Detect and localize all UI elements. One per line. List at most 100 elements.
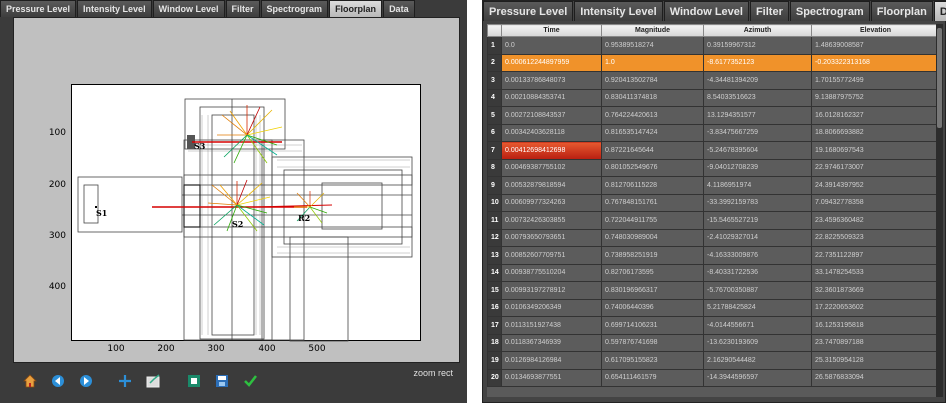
table-cell[interactable]: 0.748030989004	[601, 228, 704, 247]
table-cell[interactable]: 25.3150954128	[811, 351, 939, 370]
row-number-cell[interactable]: 13	[487, 246, 502, 265]
check-icon[interactable]	[242, 373, 258, 389]
table-cell[interactable]: 0.00272108843537	[501, 106, 602, 125]
save-icon[interactable]	[214, 373, 230, 389]
table-cell[interactable]: 23.4596360482	[811, 211, 939, 230]
home-icon[interactable]	[22, 373, 38, 389]
table-cell[interactable]: 0.801052549676	[601, 158, 704, 177]
row-number-cell[interactable]: 10	[487, 193, 502, 212]
row-number-cell[interactable]: 6	[487, 123, 502, 142]
table-cell[interactable]: 22.7351122897	[811, 246, 939, 265]
row-number-cell[interactable]: 1	[487, 36, 502, 55]
row-number-cell[interactable]: 19	[487, 351, 502, 370]
table-cell[interactable]: 26.5876833094	[811, 368, 939, 387]
table-row[interactable]: 14 0.00938775510204 0.82706173595 -8.403317…	[487, 263, 939, 282]
table-cell[interactable]: 0.830411374818	[601, 88, 704, 107]
table-row[interactable]: 20 0.0134693877551 0.654111461579 -14.39445…	[487, 368, 939, 387]
tab-data[interactable]: Data	[933, 1, 946, 21]
table-cell[interactable]: -4.0144556671	[703, 316, 812, 335]
table-row[interactable]: 10 0.00609977324263 0.767848151761 -33.3992…	[487, 193, 939, 212]
table-row[interactable]: 3 0.00133786848073 0.920413502784 -4.344813…	[487, 71, 939, 90]
row-number-cell[interactable]: 3	[487, 71, 502, 90]
table-row[interactable]: 16 0.0106349206349 0.74006440396 5.21788425…	[487, 298, 939, 317]
table-cell[interactable]: 0.617095155823	[601, 351, 704, 370]
table-cell[interactable]: 23.7470897188	[811, 333, 939, 352]
table-cell[interactable]: 1.70155772499	[811, 71, 939, 90]
table-cell[interactable]: 7.09432778358	[811, 193, 939, 212]
row-number-cell[interactable]: 14	[487, 263, 502, 282]
table-cell[interactable]: -0.203322313168	[811, 53, 939, 72]
table-row[interactable]: 7 0.00412698412698 0.87221645644 -5.2467839…	[487, 141, 939, 160]
table-cell[interactable]: -2.41029327014	[703, 228, 812, 247]
table-cell[interactable]: 0.00793650793651	[501, 228, 602, 247]
table-cell[interactable]: 22.9746173007	[811, 158, 939, 177]
table-cell[interactable]: 8.54033516623	[703, 88, 812, 107]
pan-icon[interactable]	[117, 373, 133, 389]
table-cell[interactable]: 33.1478254533	[811, 263, 939, 282]
table-cell[interactable]: 0.920413502784	[601, 71, 704, 90]
table-cell[interactable]: 0.0126984126984	[501, 351, 602, 370]
table-cell[interactable]: -33.3992159783	[703, 193, 812, 212]
tab-filter[interactable]: Filter	[749, 1, 789, 21]
table-cell[interactable]: 32.3601873669	[811, 281, 939, 300]
tab-window-level[interactable]: Window Level	[663, 1, 749, 21]
table-cell[interactable]: 0.00609977324263	[501, 193, 602, 212]
table-row[interactable]: 8 0.00469387755102 0.801052549676 -9.040127…	[487, 158, 939, 177]
table-cell[interactable]: -15.5465527219	[703, 211, 812, 230]
row-number-cell[interactable]: 9	[487, 176, 502, 195]
table-cell[interactable]: 17.2220653602	[811, 298, 939, 317]
row-number-cell[interactable]: 11	[487, 211, 502, 230]
table-cell[interactable]: 0.00133786848073	[501, 71, 602, 90]
zoom-rect-icon[interactable]	[146, 373, 162, 389]
table-row[interactable]: 19 0.0126984126984 0.617095155823 2.1629054…	[487, 351, 939, 370]
tab-spectrogram[interactable]: Spectrogram	[789, 1, 870, 21]
tab-intensity-level[interactable]: Intensity Level	[77, 0, 152, 17]
table-cell[interactable]: 0.738958251919	[601, 246, 704, 265]
row-number-cell[interactable]: 18	[487, 333, 502, 352]
row-number-cell[interactable]: 5	[487, 106, 502, 125]
table-cell[interactable]: 16.0128162327	[811, 106, 939, 125]
table-cell[interactable]: 0.0113151927438	[501, 316, 602, 335]
table-cell[interactable]: 0.597876741698	[601, 333, 704, 352]
table-cell[interactable]: 0.816535147424	[601, 123, 704, 142]
row-number-cell[interactable]: 12	[487, 228, 502, 247]
table-cell[interactable]: 0.00532879818594	[501, 176, 602, 195]
tab-floorplan[interactable]: Floorplan	[329, 0, 383, 17]
tab-filter[interactable]: Filter	[225, 0, 260, 17]
table-cell[interactable]: -4.34481394209	[703, 71, 812, 90]
table-cell[interactable]: 0.767848151761	[601, 193, 704, 212]
table-cell[interactable]: 0.0134693877551	[501, 368, 602, 387]
table-cell[interactable]: 0.654111461579	[601, 368, 704, 387]
table-row[interactable]: 5 0.00272108843537 0.764224420613 13.129435…	[487, 106, 939, 125]
table-row[interactable]: 9 0.00532879818594 0.812706115228 4.1186951…	[487, 176, 939, 195]
table-cell[interactable]: 0.00732426303855	[501, 211, 602, 230]
tab-data[interactable]: Data	[383, 0, 415, 17]
table-cell[interactable]: 0.00852607709751	[501, 246, 602, 265]
table-cell[interactable]: 16.1253195818	[811, 316, 939, 335]
table-cell[interactable]: 0.0118367346939	[501, 333, 602, 352]
vertical-scrollbar[interactable]	[936, 24, 943, 397]
table-cell[interactable]: -5.24678395604	[703, 141, 812, 160]
data-table[interactable]: Time Magnitude Azimuth Elevation 1 0.0 0.9…	[487, 24, 939, 397]
table-cell[interactable]: 0.830196966317	[601, 281, 704, 300]
corner-header[interactable]	[487, 24, 502, 37]
table-cell[interactable]: 0.74006440396	[601, 298, 704, 317]
row-number-cell[interactable]: 17	[487, 316, 502, 335]
table-cell[interactable]: -8.40331722536	[703, 263, 812, 282]
table-cell[interactable]: 22.8225509323	[811, 228, 939, 247]
table-cell[interactable]: 0.00993197278912	[501, 281, 602, 300]
table-row[interactable]: 11 0.00732426303855 0.722044911755 -15.5465…	[487, 211, 939, 230]
table-cell[interactable]: -14.3944596597	[703, 368, 812, 387]
table-cell[interactable]: 18.8066693882	[811, 123, 939, 142]
table-cell[interactable]: 0.87221645644	[601, 141, 704, 160]
table-cell[interactable]: 19.1680697543	[811, 141, 939, 160]
table-cell[interactable]: 24.3914397952	[811, 176, 939, 195]
table-row[interactable]: 4 0.00210884353741 0.830411374818 8.5403351…	[487, 88, 939, 107]
row-number-cell[interactable]: 7	[487, 141, 502, 160]
table-cell[interactable]: 0.00210884353741	[501, 88, 602, 107]
table-cell[interactable]: 1.0	[601, 53, 704, 72]
column-header-azimuth[interactable]: Azimuth	[703, 24, 812, 37]
scrollbar-thumb[interactable]	[937, 28, 942, 128]
table-cell[interactable]: 9.13887975752	[811, 88, 939, 107]
column-header-time[interactable]: Time	[501, 24, 602, 37]
